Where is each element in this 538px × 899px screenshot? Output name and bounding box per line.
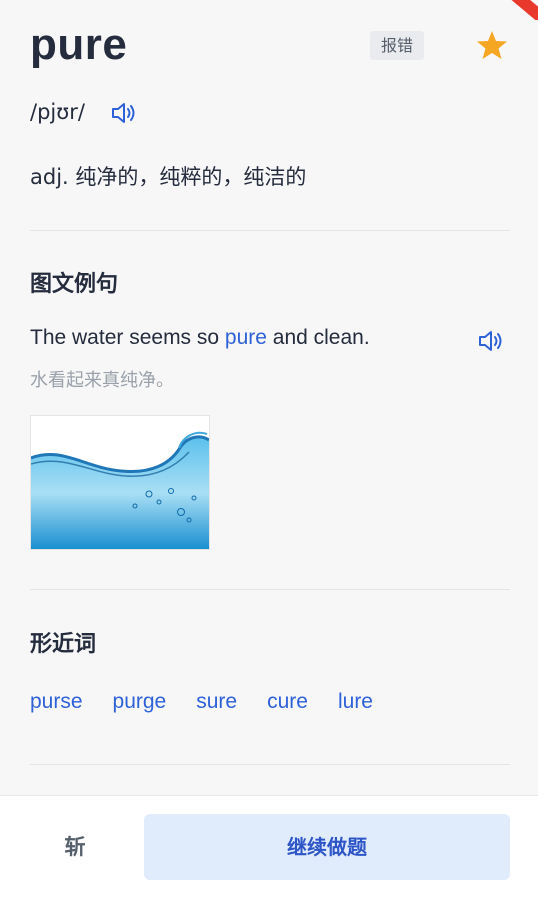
chop-button[interactable]: 斩 xyxy=(36,831,114,861)
divider xyxy=(30,764,510,765)
corner-ribbon xyxy=(506,0,538,20)
sentence-text-after: and clean. xyxy=(266,326,370,349)
definition-text: adj. 纯净的，纯粹的，纯洁的 xyxy=(30,165,307,189)
similar-words-title: 形近词 xyxy=(30,632,97,657)
example-translation: 水看起来真纯净。 xyxy=(30,370,174,391)
phonetic-text: /pjʊr/ xyxy=(30,100,85,124)
divider xyxy=(30,589,510,590)
similar-word-link[interactable]: purge xyxy=(113,690,167,714)
similar-word-link[interactable]: lure xyxy=(338,690,373,714)
sentence-text-before: The water seems so xyxy=(30,326,225,349)
similar-words-list: purse purge sure cure lure xyxy=(30,690,403,714)
speaker-icon[interactable] xyxy=(477,329,505,353)
example-sentence: The water seems so pure and clean. xyxy=(30,326,370,350)
report-error-button[interactable]: 报错 xyxy=(370,31,424,60)
similar-word-link[interactable]: purse xyxy=(30,690,83,714)
word-detail-page: pure 报错 /pjʊr/ adj. 纯净的，纯粹的，纯洁的 图文例句 The… xyxy=(0,0,538,795)
divider xyxy=(30,230,510,231)
star-icon[interactable] xyxy=(476,30,508,60)
continue-button[interactable]: 继续做题 xyxy=(144,814,510,880)
bottom-action-bar: 斩 继续做题 xyxy=(0,795,538,899)
similar-word-link[interactable]: cure xyxy=(267,690,308,714)
speaker-icon[interactable] xyxy=(110,101,138,125)
sentence-highlight-word: pure xyxy=(224,326,267,349)
similar-word-link[interactable]: sure xyxy=(196,690,237,714)
example-section-title: 图文例句 xyxy=(30,272,119,297)
headword: pure xyxy=(30,20,128,69)
example-image xyxy=(30,415,210,550)
